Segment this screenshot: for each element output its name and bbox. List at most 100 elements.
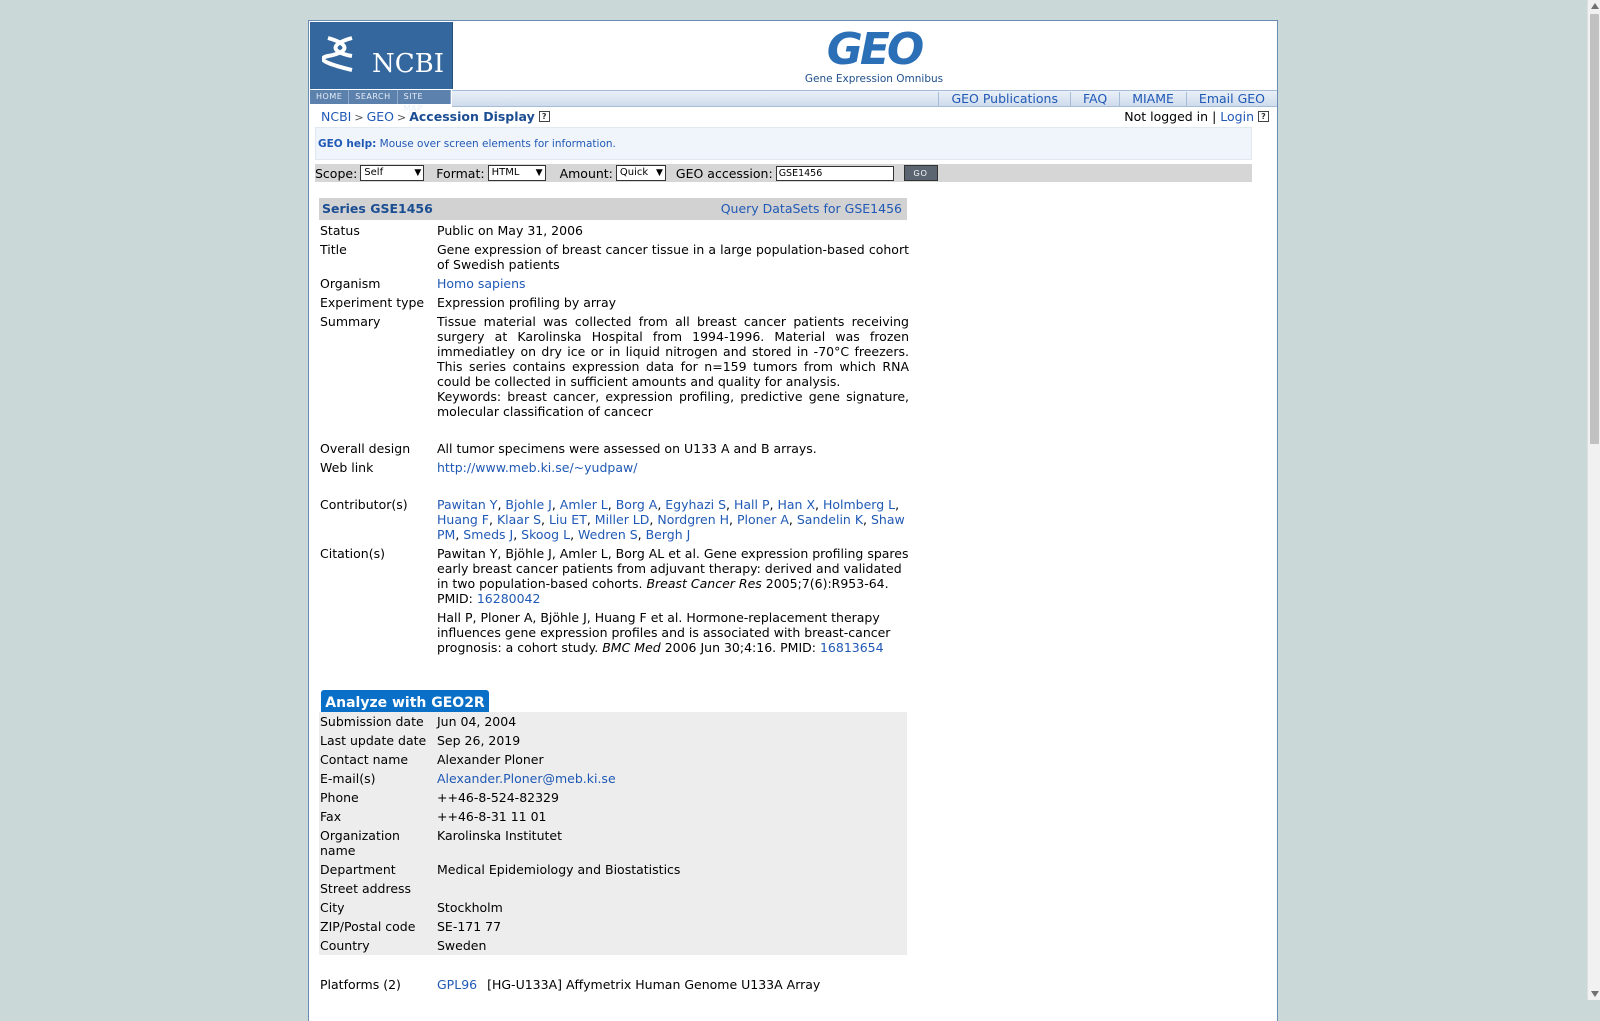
ncbi-nav: HOME SEARCH SITE MAP (310, 90, 451, 113)
summary-keywords: Keywords: breast cancer, expression prof… (437, 389, 909, 419)
platform-desc: [HG-U133A] Affymetrix Human Genome U133A… (487, 977, 821, 992)
contact-value (437, 881, 909, 896)
link-geo-publications[interactable]: GEO Publications (938, 91, 1070, 106)
contributor-link[interactable]: Ploner A (737, 512, 789, 527)
top-links-bar: GEO Publications FAQ MIAME Email GEO (452, 90, 1277, 107)
contributor-link[interactable]: Sandelin K (797, 512, 863, 527)
contributor-link[interactable]: Egyhazi S (665, 497, 726, 512)
contact-row: Organization name Karolinska Institutet (319, 826, 907, 860)
format-label: Format: (436, 165, 485, 181)
contact-row: Department Medical Epidemiology and Biost… (319, 860, 907, 879)
nav-home[interactable]: HOME (310, 90, 350, 104)
login-help-icon[interactable]: ? (1258, 111, 1269, 122)
series-title: Series GSE1456 (322, 201, 433, 216)
contributor-link[interactable]: Nordgren H (657, 512, 729, 527)
geo-help-text: Mouse over screen elements for informati… (379, 138, 616, 150)
contact-label: City (320, 900, 345, 915)
field-row: Organism Homo sapiens (319, 274, 907, 293)
breadcrumb-geo[interactable]: GEO (367, 109, 394, 124)
scrollbar-thumb[interactable] (1590, 14, 1599, 444)
contact-row: ZIP/Postal code SE-171 77 (319, 917, 907, 936)
field-label: Organism (320, 276, 381, 291)
contact-value: Medical Epidemiology and Biostatistics (437, 862, 681, 877)
field-label: Overall design (320, 441, 411, 456)
contact-label: Street address (320, 881, 412, 896)
nav-site-map[interactable]: SITE MAP (398, 90, 451, 113)
login-divider: | (1212, 109, 1217, 124)
contributor-list: Pawitan Y, Bjohle J, Amler L, Borg A, Eg… (437, 497, 905, 542)
contact-row: Country Sweden (319, 936, 907, 955)
page-scrollbar[interactable] (1587, 0, 1600, 1000)
breadcrumb-ncbi[interactable]: NCBI (321, 109, 351, 124)
platform-link[interactable]: GPL96 (437, 977, 477, 992)
contact-label: Submission date (320, 714, 424, 729)
login-link[interactable]: Login (1220, 109, 1254, 124)
contributor-link[interactable]: Bergh J (646, 527, 691, 542)
contact-label: Phone (320, 790, 359, 805)
pmid-link[interactable]: 16813654 (820, 640, 884, 655)
contact-row: Street address (319, 879, 907, 898)
contact-row: E-mail(s) Alexander.Ploner@meb.ki.se (319, 769, 907, 788)
link-email-geo[interactable]: Email GEO (1185, 91, 1277, 106)
amount-value: Quick (619, 167, 649, 178)
contact-row: City Stockholm (319, 898, 907, 917)
format-select[interactable]: HTML ▼ (487, 165, 546, 181)
scroll-down-icon[interactable] (1591, 991, 1599, 997)
accession-input[interactable] (775, 165, 894, 181)
citation-item: Pawitan Y, Bjöhle J, Amler L, Borg AL et… (437, 546, 909, 606)
ncbi-logo[interactable]: NCBI (310, 22, 453, 89)
web-link[interactable]: http://www.meb.ki.se/~yudpaw/ (437, 460, 637, 475)
platforms-section: Platforms (2) GPL96 [HG-U133A] Affymetri… (319, 975, 907, 994)
contributor-link[interactable]: Huang F (437, 512, 489, 527)
field-value: All tumor specimens were assessed on U13… (437, 441, 817, 456)
contributor-link[interactable]: Liu ET (549, 512, 587, 527)
contact-details: Submission date Jun 04, 2004 Last update d… (319, 712, 907, 955)
organism-link[interactable]: Homo sapiens (437, 276, 526, 291)
field-row: Contributor(s) Pawitan Y, Bjohle J, Amle… (319, 495, 907, 544)
contributor-link[interactable]: Amler L (560, 497, 608, 512)
contributor-link[interactable]: Smeds J (463, 527, 513, 542)
citation-journal: BMC Med (602, 640, 661, 655)
series-details: Status Public on May 31, 2006 Title Gene… (319, 221, 909, 657)
login-area: Not logged in | Login? (1124, 109, 1269, 124)
geo-logo[interactable]: GEO Gene Expression Omnibus (799, 27, 949, 89)
field-row: Status Public on May 31, 2006 (319, 221, 907, 240)
field-label: Status (320, 223, 360, 238)
contributor-link[interactable]: Miller LD (595, 512, 650, 527)
email-link[interactable]: Alexander.Ploner@meb.ki.se (437, 771, 616, 786)
contributor-link[interactable]: Bjohle J (505, 497, 551, 512)
link-miame[interactable]: MIAME (1119, 91, 1186, 106)
contributor-link[interactable]: Pawitan Y (437, 497, 497, 512)
field-row: Citation(s) Pawitan Y, Bjöhle J, Amler L… (319, 544, 909, 657)
chevron-down-icon: ▼ (414, 168, 422, 178)
scroll-up-icon[interactable] (1591, 3, 1599, 9)
contact-value: ++46-8-31 11 01 (437, 809, 547, 824)
field-row: Web link http://www.meb.ki.se/~yudpaw/ (319, 458, 907, 477)
amount-select[interactable]: Quick ▼ (615, 165, 666, 181)
contributor-link[interactable]: Hall P (734, 497, 770, 512)
field-row: Experiment type Expression profiling by … (319, 293, 907, 312)
contact-row: Phone ++46-8-524-82329 (319, 788, 907, 807)
contact-value: Stockholm (437, 900, 503, 915)
field-value: Expression profiling by array (437, 295, 617, 310)
nav-search[interactable]: SEARCH (349, 90, 398, 104)
scope-select[interactable]: Self ▼ (360, 165, 425, 181)
contact-value: Alexander Ploner (437, 752, 544, 767)
pmid-link[interactable]: 16280042 (477, 591, 541, 606)
query-datasets-link[interactable]: Query DataSets for GSE1456 (721, 198, 902, 220)
pmid-label: PMID: (780, 640, 816, 655)
field-row: Platforms (2) GPL96 [HG-U133A] Affymetri… (319, 975, 907, 994)
contact-value: Karolinska Institutet (437, 828, 562, 843)
contributor-link[interactable]: Skoog L (521, 527, 570, 542)
contributor-link[interactable]: Borg A (616, 497, 658, 512)
help-icon[interactable]: ? (538, 111, 550, 122)
field-row: Overall design All tumor specimens were … (319, 439, 907, 458)
contributor-link[interactable]: Han X (777, 497, 815, 512)
contact-value: SE-171 77 (437, 919, 502, 934)
geo-help-bar: GEO help: Mouse over screen elements for… (315, 127, 1252, 160)
link-faq[interactable]: FAQ (1069, 91, 1119, 106)
contributor-link[interactable]: Holmberg L (823, 497, 895, 512)
go-button[interactable]: GO (903, 165, 938, 181)
contributor-link[interactable]: Klaar S (497, 512, 541, 527)
contributor-link[interactable]: Wedren S (578, 527, 638, 542)
